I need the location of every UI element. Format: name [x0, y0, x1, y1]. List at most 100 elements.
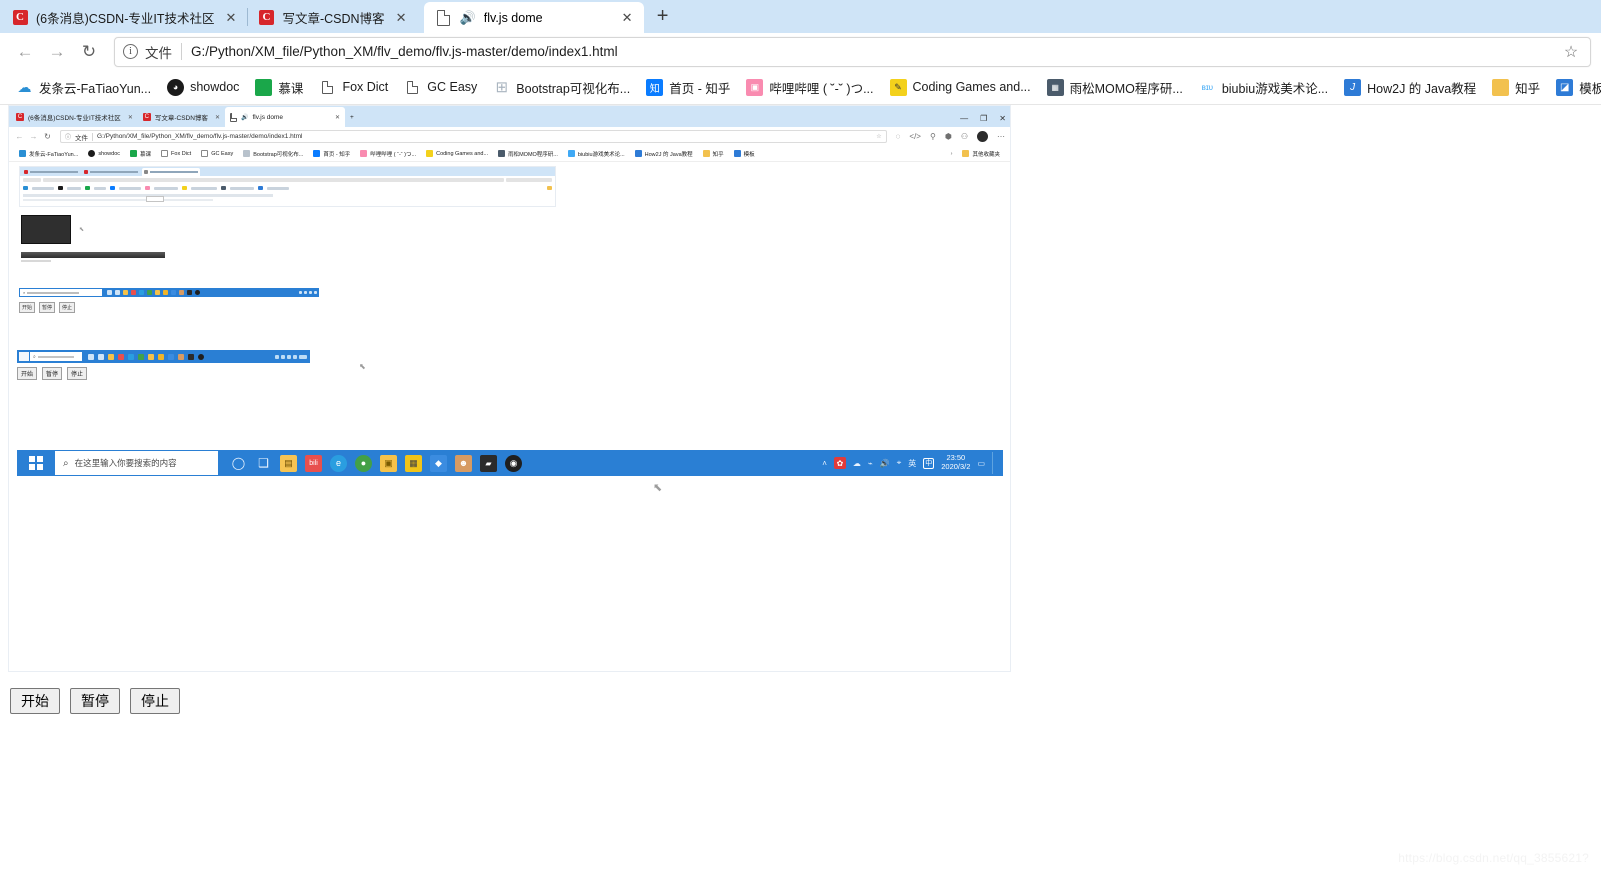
tab-close-icon[interactable]: ✕	[619, 9, 636, 26]
screenshot-taskbar: ⌕ 在这里输入你要搜索的内容 ◯ ❑ ▤ bili e ● ▣ ▦ ◆ ☻ ▰ …	[17, 450, 1003, 476]
bookmark-label: 首页 - 知乎	[669, 81, 731, 96]
address-bar[interactable]: i 文件 G:/Python/XM_file/Python_XM/flv_dem…	[114, 36, 1591, 67]
level2-tab	[22, 168, 80, 176]
ime-icon: 英	[908, 458, 917, 468]
nested-bookmark: Fox Dict	[156, 150, 196, 157]
app-icon	[163, 290, 168, 295]
collections-icon: ◌	[895, 132, 901, 141]
bookmark-item[interactable]: 知首页 - 知乎	[638, 74, 738, 101]
bookmark-item[interactable]: GC Easy	[396, 75, 485, 100]
tray-icon	[287, 354, 291, 359]
site-info-icon: ⓘ	[65, 135, 72, 141]
page-content: C (6条消息)CSDN-专业IT技术社区 ✕ C 写文章-CSDN博客 ✕ 🔊…	[0, 105, 1601, 881]
nested-url-text: G:/Python/XM_file/Python_XM/flv_demo/flv…	[97, 133, 303, 140]
document-icon	[229, 112, 237, 122]
tab-csdn-community[interactable]: C (6条消息)CSDN-专业IT技术社区 ✕	[2, 2, 248, 33]
level2-pause-button: 暂停	[42, 367, 63, 380]
momo-icon	[498, 150, 506, 157]
new-tab-button[interactable]: +	[648, 2, 678, 32]
bookmark-icon	[145, 186, 150, 190]
taskbar-search-box: ⌕ 在这里输入你要搜索的内容	[55, 451, 218, 475]
ime-panel-icon: 中	[923, 457, 935, 469]
search-icon: ⌕	[63, 457, 69, 469]
bookmark-label	[267, 186, 289, 190]
favorite-star-icon[interactable]: ☆	[1560, 42, 1582, 62]
cortana-icon	[107, 290, 112, 295]
nested-bookmark: 哔哩哔哩 ( ˘-˘ )つ...	[355, 150, 421, 158]
nav-icons	[23, 178, 41, 182]
bookmark-item[interactable]: ▦ 雨松MOMO程序研...	[1039, 74, 1191, 101]
level2-address-bar	[43, 178, 504, 182]
start-button	[17, 450, 55, 476]
close-icon: ✕	[214, 114, 220, 121]
bookmark-item[interactable]: 慕课	[247, 74, 311, 101]
tab-close-icon[interactable]: ✕	[393, 9, 410, 26]
bookmark-item[interactable]: ☁ 发条云-FaTiaoYun...	[8, 74, 159, 101]
bookmark-label: showdoc	[190, 80, 240, 94]
csdn-icon: C	[12, 10, 28, 26]
profile-avatar	[977, 131, 988, 142]
bookmark-icon	[23, 186, 28, 190]
explorer-icon	[108, 353, 114, 360]
browser-toolbar: ← → ↻ i 文件 G:/Python/XM_file/Python_XM/f…	[0, 33, 1601, 70]
nested-bookmark-label: showdoc	[98, 150, 121, 157]
tray-icon	[309, 291, 312, 294]
nested-bookmark-label: biubiu游戏美术论...	[577, 151, 625, 158]
level3-taskbar: ⌕	[19, 288, 319, 297]
bookmark-label: Bootstrap可视化布...	[516, 81, 631, 96]
reload-button[interactable]: ↻	[74, 37, 104, 67]
bookmark-label	[32, 186, 54, 190]
template-icon: ◪	[1556, 78, 1574, 96]
bookmark-item[interactable]: ʙɪᴜ biubiu游戏美术论...	[1191, 74, 1336, 101]
bookmark-folder[interactable]: 知乎	[1484, 74, 1548, 101]
codingame-icon	[426, 150, 434, 157]
folder-icon	[702, 150, 710, 157]
level2-toolbar	[20, 176, 555, 184]
bookmark-item[interactable]: Fox Dict	[311, 75, 396, 100]
bookmark-item[interactable]: ✎ Coding Games and...	[882, 75, 1039, 100]
bookmark-item[interactable]: ◕ showdoc	[159, 75, 247, 100]
taskview-icon	[115, 290, 120, 295]
back-button[interactable]: ←	[10, 37, 40, 67]
level2-tab	[82, 168, 140, 176]
tray-icon	[299, 291, 302, 294]
stop-button[interactable]: 停止	[130, 688, 180, 715]
bookmark-item[interactable]: ⊞ Bootstrap可视化布...	[485, 74, 638, 101]
pin-icon: ⚲	[929, 132, 936, 141]
document-icon	[436, 9, 452, 26]
bookmark-item[interactable]: ◪ 模板	[1548, 74, 1601, 101]
cloud-icon	[19, 150, 26, 157]
tray-icon	[304, 291, 307, 294]
edge-icon	[128, 353, 134, 360]
nested-toolbar: ← → ↻ ⓘ 文件 G:/Python/XM_file/Python_XM/f…	[9, 127, 1010, 146]
nested-bookmark-label: 其他收藏夹	[972, 151, 1000, 158]
level2-tab-active	[142, 168, 200, 176]
level2-page-buttons: 开始 暂停 停止	[17, 367, 88, 380]
nested-new-tab-icon: +	[349, 113, 354, 121]
zhihu-icon	[313, 150, 321, 157]
tab-csdn-write[interactable]: C 写文章-CSDN博客 ✕	[248, 2, 418, 33]
nested-bookmark: 发条云-FaTiaoYun...	[14, 150, 83, 158]
level3-start-button: 开始	[19, 302, 36, 313]
bookmark-label: Fox Dict	[342, 80, 389, 94]
start-button[interactable]: 开始	[10, 688, 60, 715]
zhihu-icon: 知	[646, 78, 664, 96]
tab-close-icon[interactable]: ✕	[222, 9, 239, 26]
pause-button[interactable]: 暂停	[70, 688, 120, 715]
mouse-cursor-icon: ⬉	[653, 482, 663, 494]
tab-flvjs-dome[interactable]: 🔊 flv.js dome ✕	[423, 2, 644, 33]
nested-scheme-label: 文件	[75, 134, 89, 142]
level3-taskbar-icons	[107, 290, 200, 295]
url-text[interactable]: G:/Python/XM_file/Python_XM/flv_demo/flv…	[191, 44, 1553, 59]
avatar-icon: ☻	[455, 454, 472, 472]
start-button-icon	[19, 352, 29, 361]
app-icon	[158, 353, 164, 360]
cortana-icon: ◯	[231, 456, 246, 470]
bookmark-item[interactable]: J How2J 的 Java教程	[1336, 74, 1484, 101]
site-info-icon[interactable]: i	[123, 44, 138, 59]
level2-tab-label	[90, 171, 138, 173]
chrome-icon	[138, 353, 144, 360]
bookmark-item[interactable]: ▣ 哔哩哔哩 ( ˘-˘ )つ...	[738, 74, 881, 101]
nested-bookmark: Coding Games and...	[421, 150, 493, 157]
forward-button[interactable]: →	[42, 37, 72, 67]
